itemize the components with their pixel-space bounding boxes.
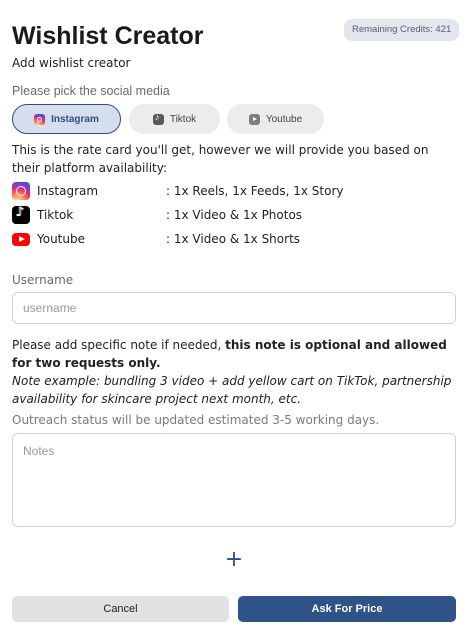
rate-card-intro: This is the rate card you'll get, howeve… [12,143,429,175]
social-option-label: Tiktok [169,113,197,125]
credits-badge: Remaining Credits: 421 [344,19,460,41]
social-pick-label: Please pick the social media [12,84,170,98]
tiktok-icon [152,112,164,125]
notes-textarea[interactable] [12,433,456,527]
note-example: Note example: bundling 3 video + add yel… [12,374,452,406]
ask-for-price-button[interactable]: Ask For Price [238,596,456,622]
rate-platform: Youtube [37,232,85,246]
social-option-youtube[interactable]: Youtube [227,104,324,134]
instagram-icon [12,182,30,200]
outreach-status-text: Outreach status will be updated estimate… [12,413,380,427]
youtube-icon [12,232,30,246]
social-option-tiktok[interactable]: Tiktok [129,104,220,134]
page-title: Wishlist Creator [12,22,204,50]
rate-row-tiktok: Tiktok : 1x Video & 1x Photos [12,205,302,224]
note-instruction-plain: Please add specific note if needed, [12,338,226,352]
youtube-icon [248,113,260,125]
username-input[interactable] [12,292,456,324]
social-option-label: Instagram [51,113,99,125]
rate-value: : 1x Video & 1x Photos [166,208,303,222]
tiktok-icon [12,205,30,224]
social-option-label: Youtube [265,113,303,125]
rate-row-instagram: Instagram : 1x Reels, 1x Feeds, 1x Story [12,182,344,200]
rate-platform: Instagram [37,184,99,198]
instagram-icon [34,113,46,125]
rate-value: : 1x Video & 1x Shorts [166,232,301,246]
rate-row-youtube: Youtube : 1x Video & 1x Shorts [12,230,300,248]
note-instruction: Please add specific note if needed, this… [12,336,456,372]
page-subtitle: Add wishlist creator [12,56,131,70]
cancel-button[interactable]: Cancel [12,596,229,622]
username-label: Username [12,273,74,287]
add-more-button[interactable]: + [222,548,246,572]
social-option-instagram[interactable]: Instagram [12,104,121,134]
rate-value: : 1x Reels, 1x Feeds, 1x Story [166,184,344,198]
rate-platform: Tiktok [37,208,74,222]
